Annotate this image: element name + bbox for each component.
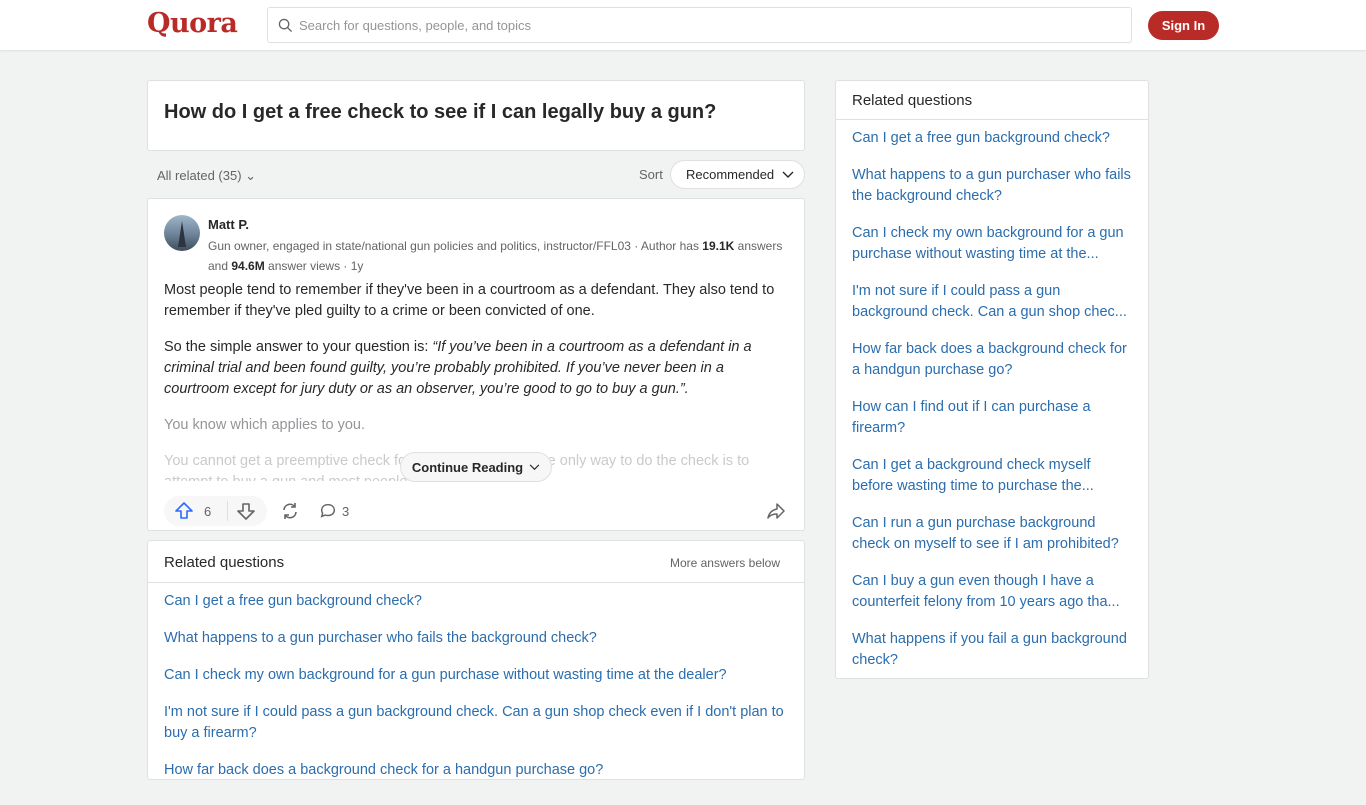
continue-reading-button[interactable]: Continue Reading	[400, 452, 552, 482]
related-question-link[interactable]: I'm not sure if I could pass a gun backg…	[852, 281, 1132, 323]
answer-filters: All related (35) ⌄ Sort Recommended	[157, 160, 805, 190]
related-question-link[interactable]: How far back does a background check for…	[852, 339, 1132, 381]
comment-count: 3	[342, 504, 350, 519]
chevron-down-icon: ⌄	[245, 168, 257, 183]
all-related-dropdown[interactable]: All related (35) ⌄	[157, 168, 256, 184]
related-header: Related questions More answers below	[148, 541, 804, 583]
quora-logo[interactable]: Quora	[147, 8, 238, 39]
vote-divider	[227, 501, 229, 521]
credential-text: Gun owner, engaged in state/national gun…	[208, 239, 703, 253]
upvote-icon[interactable]	[174, 501, 194, 521]
all-related-label: All related (35)	[157, 168, 242, 183]
top-header: Quora Search for questions, people, and …	[0, 0, 1366, 50]
answers-count: 19.1K	[702, 239, 735, 253]
more-answers-below: More answers below	[669, 556, 780, 570]
answer-card: Matt P. Gun owner, engaged in state/nati…	[147, 198, 805, 531]
share-icon[interactable]	[766, 501, 786, 521]
related-question-link[interactable]: Can I get a free gun background check?	[852, 128, 1132, 149]
related-question-link[interactable]: Can I buy a gun even though I have a cou…	[852, 571, 1132, 613]
sign-in-button[interactable]: Sign In	[1148, 11, 1219, 40]
related-title: Related questions	[164, 554, 285, 571]
answer-paragraph: You know which applies to you.	[164, 417, 365, 433]
views-suffix: answer views · 1y	[264, 259, 364, 273]
related-question-link[interactable]: Can I get a background check myself befo…	[852, 455, 1132, 497]
search-input[interactable]: Search for questions, people, and topics	[267, 7, 1132, 43]
sidebar-related-list: Can I get a free gun background check? W…	[836, 120, 1148, 695]
author-name[interactable]: Matt P.	[208, 217, 249, 232]
answer-actions: 6 3	[164, 496, 790, 526]
chevron-down-icon	[529, 463, 540, 470]
related-question-link[interactable]: What happens to a gun purchaser who fail…	[852, 165, 1132, 207]
downvote-icon[interactable]	[236, 501, 256, 521]
related-question-link[interactable]: What happens if you fail a gun backgroun…	[852, 629, 1132, 671]
related-question-link[interactable]: Can I check my own background for a gun …	[164, 665, 788, 686]
sort-label: Sort	[639, 167, 663, 182]
related-question-link[interactable]: How far back does a background check for…	[164, 760, 788, 781]
related-question-link[interactable]: Can I check my own background for a gun …	[852, 223, 1132, 265]
share-reshare-icon[interactable]	[280, 501, 300, 521]
related-question-link[interactable]: What happens to a gun purchaser who fail…	[164, 628, 788, 649]
answer-paragraph: So the simple answer to your question is…	[164, 337, 790, 400]
sidebar-related-header: Related questions	[836, 81, 1148, 120]
upvote-count: 6	[204, 503, 212, 519]
sort-dropdown[interactable]: Recommended	[670, 160, 805, 189]
search-icon	[278, 18, 293, 32]
avatar[interactable]	[164, 215, 200, 251]
related-questions-sidebar: Related questions Can I get a free gun b…	[835, 80, 1149, 679]
related-question-link[interactable]: How can I find out if I can purchase a f…	[852, 397, 1132, 439]
related-question-link[interactable]: Can I get a free gun background check?	[164, 591, 788, 612]
views-count: 94.6M	[231, 259, 265, 273]
sort-value: Recommended	[686, 167, 775, 182]
related-list: Can I get a free gun background check? W…	[148, 583, 804, 805]
p2-prefix: So the simple answer to your question is…	[164, 339, 433, 355]
chevron-down-icon	[782, 171, 794, 178]
search-placeholder: Search for questions, people, and topics	[299, 17, 531, 33]
comment-icon[interactable]	[319, 502, 337, 520]
continue-label: Continue Reading	[411, 459, 524, 475]
answer-paragraph: Most people tend to remember if they've …	[164, 282, 775, 319]
related-questions-main: Related questions More answers below Can …	[147, 540, 805, 780]
vote-group: 6	[164, 496, 267, 526]
related-question-link[interactable]: Can I run a gun purchase background chec…	[852, 513, 1132, 555]
question-title: How do I get a free check to see if I ca…	[147, 80, 805, 151]
author-credentials: Gun owner, engaged in state/national gun…	[208, 236, 798, 276]
related-question-link[interactable]: I'm not sure if I could pass a gun backg…	[164, 702, 788, 744]
